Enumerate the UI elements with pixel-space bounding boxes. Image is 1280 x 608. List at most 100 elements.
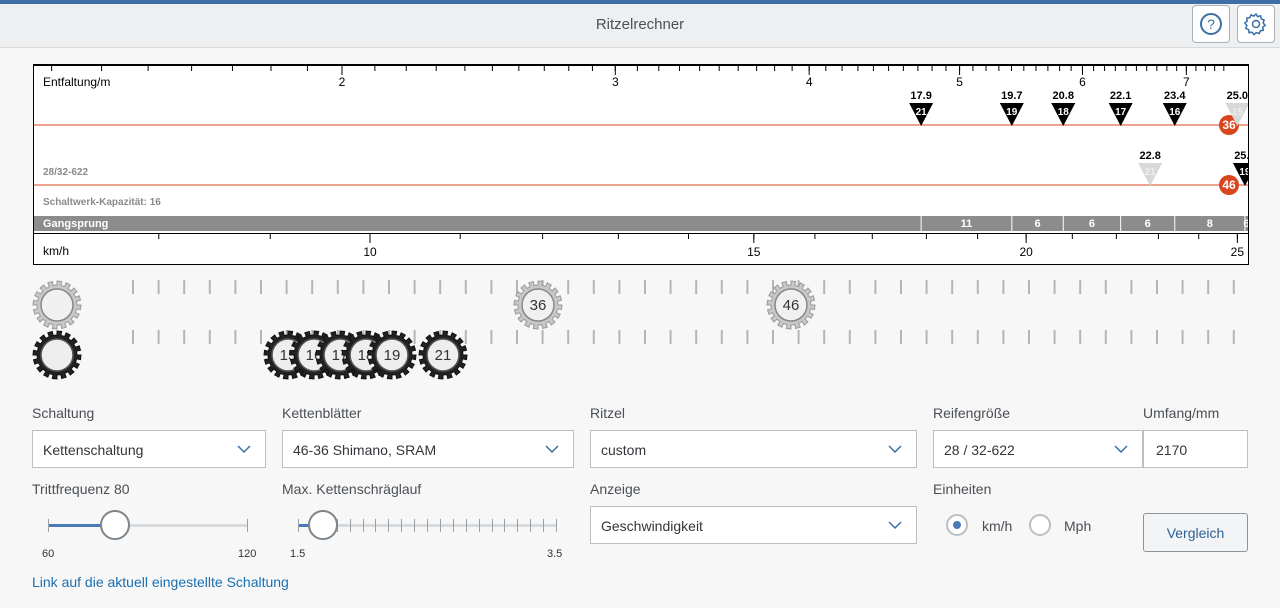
slider-tick	[530, 519, 532, 532]
trittfrequenz-slider[interactable]	[40, 510, 260, 542]
slider-tick	[388, 519, 390, 532]
chainring-46: 46	[766, 280, 816, 330]
gear-marker-speed: 22.1	[1110, 90, 1131, 102]
slider-tick	[427, 519, 428, 532]
slider-tick	[543, 519, 545, 532]
slider-tick	[349, 519, 351, 532]
trittfrequenz-label: Trittfrequenz 80	[32, 481, 130, 497]
bottom-axis-tick-label: 15	[747, 245, 761, 259]
chevron-down-icon	[1114, 445, 1128, 454]
gear-label: 19	[384, 347, 401, 364]
gear-marker-cog: 21	[1145, 167, 1157, 178]
schaltung-link[interactable]: Link auf die aktuell eingestellte Schalt…	[32, 574, 289, 590]
chevron-down-icon	[237, 445, 251, 454]
gear-marker-speed: 17.9	[910, 90, 931, 102]
ritzel-label: Ritzel	[590, 405, 626, 421]
gear-marker-speed: 20.8	[1053, 90, 1074, 102]
top-axis-label: Entfaltung/m	[43, 75, 110, 89]
schraeglauf-max: 3.5	[547, 548, 563, 560]
schaltung-label: Schaltung	[32, 405, 95, 421]
reifen-label: Reifengröße	[933, 405, 1011, 421]
gear-chart: 2 3 4 5 6 7 Entfaltung/m 36 21 17.9 19 19.7 18 20.8 17…	[33, 64, 1249, 265]
gear-marker-cog: 16	[1169, 107, 1181, 118]
einheiten-label: Einheiten	[933, 481, 992, 497]
help-button[interactable]: ?	[1192, 5, 1230, 43]
trittfrequenz-max: 120	[238, 548, 257, 560]
kettenblaetter-select[interactable]: 46-36 Shimano, SRAM	[282, 430, 574, 468]
top-axis-tick-label: 2	[339, 75, 346, 89]
gear-marker-cog: 21	[916, 107, 928, 118]
reifen-select[interactable]: 28 / 32-622	[933, 430, 1143, 468]
gangsprung-label: Gangsprung	[43, 218, 108, 230]
capacity-label: Schaltwerk-Kapazität: 16	[43, 197, 161, 208]
anzeige-label: Anzeige	[590, 481, 641, 497]
bottom-axis-label: km/h	[43, 244, 69, 258]
slider-tick	[465, 519, 467, 532]
gear-label: 46	[783, 297, 800, 314]
slider-tick	[247, 519, 248, 532]
top-axis-tick-label: 3	[612, 75, 619, 89]
gear-marker-cog: 18	[1058, 107, 1070, 118]
anzeige-value: Geschwindigkeit	[601, 518, 703, 534]
umfang-input[interactable]	[1154, 441, 1238, 459]
app-header: Ritzelrechner ?	[0, 4, 1280, 48]
kettenblaetter-label: Kettenblätter	[282, 405, 362, 421]
slider-tick	[452, 519, 454, 532]
slider-tick	[48, 519, 49, 532]
reifen-value: 28 / 32-622	[944, 442, 1015, 458]
slider-tick	[375, 519, 377, 532]
gear-marker-cog: 15	[1232, 107, 1244, 118]
gear-marker-cog: 19	[1006, 107, 1018, 118]
radio-kmh-label: km/h	[982, 518, 1013, 534]
top-axis-tick-label: 5	[956, 75, 963, 89]
slider-tick	[414, 519, 416, 532]
ritzel-select[interactable]: custom	[590, 430, 917, 468]
reference-chainring	[32, 280, 82, 330]
chevron-down-icon	[888, 445, 902, 454]
page-title: Ritzelrechner	[595, 16, 685, 33]
ritzel-value: custom	[601, 442, 647, 458]
gangsprung-step: 8	[1207, 218, 1213, 230]
slider-tick	[298, 519, 299, 532]
gear-marker-speed: 25.0	[1227, 90, 1248, 102]
gear-chart-svg: 2 3 4 5 6 7 Entfaltung/m 36 21 17.9 19 19.7 18 20.8 17…	[34, 65, 1248, 259]
radio-kmh[interactable]	[946, 514, 968, 536]
top-axis-tick-label: 4	[806, 75, 813, 89]
gangsprung-step: 6	[1243, 218, 1248, 230]
tire-label: 28/32-622	[43, 167, 88, 178]
gear-visual-svg: 36 4615 16 17 18 19 21	[32, 280, 1235, 380]
gear-marker-speed: 19.7	[1001, 90, 1022, 102]
slider-tick	[504, 519, 506, 532]
slider-tick	[401, 519, 403, 532]
gear-marker-cog: 17	[1115, 107, 1127, 118]
trittfrequenz-min: 60	[42, 548, 55, 560]
slider-tick	[556, 519, 557, 532]
gear-visual: 36 46 15 16 17 18 19 21	[0, 272, 1280, 392]
anzeige-select[interactable]: Geschwindigkeit	[590, 506, 917, 544]
slider-tick	[439, 519, 441, 532]
chainring-badge-label: 46	[1222, 178, 1236, 192]
bottom-axis-tick-label: 25	[1231, 245, 1245, 259]
slider-handle[interactable]	[308, 510, 338, 540]
gear-marker-speed: 22.8	[1139, 150, 1160, 162]
schraeglauf-min: 1.5	[290, 548, 306, 560]
gear-marker-speed: 25.2	[1234, 150, 1248, 162]
gangsprung-step: 6	[1089, 218, 1095, 230]
schaltung-value: Kettenschaltung	[43, 442, 144, 458]
slider-tick	[517, 519, 519, 532]
gangsprung-step: 11	[961, 218, 973, 230]
gangsprung-step: 6	[1034, 218, 1040, 230]
radio-mph-label: Mph	[1064, 518, 1092, 534]
slider-handle[interactable]	[100, 510, 130, 540]
schaltung-select[interactable]: Kettenschaltung	[32, 430, 266, 468]
gear-marker-speed: 23.4	[1164, 90, 1186, 102]
schraeglauf-slider[interactable]	[290, 510, 570, 542]
gear-hub	[40, 338, 74, 372]
settings-button[interactable]	[1237, 5, 1275, 43]
radio-mph[interactable]	[1029, 514, 1051, 536]
cassette-cog: 21	[418, 330, 468, 380]
gear-icon	[1244, 12, 1267, 36]
chevron-down-icon	[888, 521, 902, 530]
umfang-field[interactable]	[1143, 430, 1248, 468]
vergleich-button[interactable]: Vergleich	[1143, 513, 1248, 552]
